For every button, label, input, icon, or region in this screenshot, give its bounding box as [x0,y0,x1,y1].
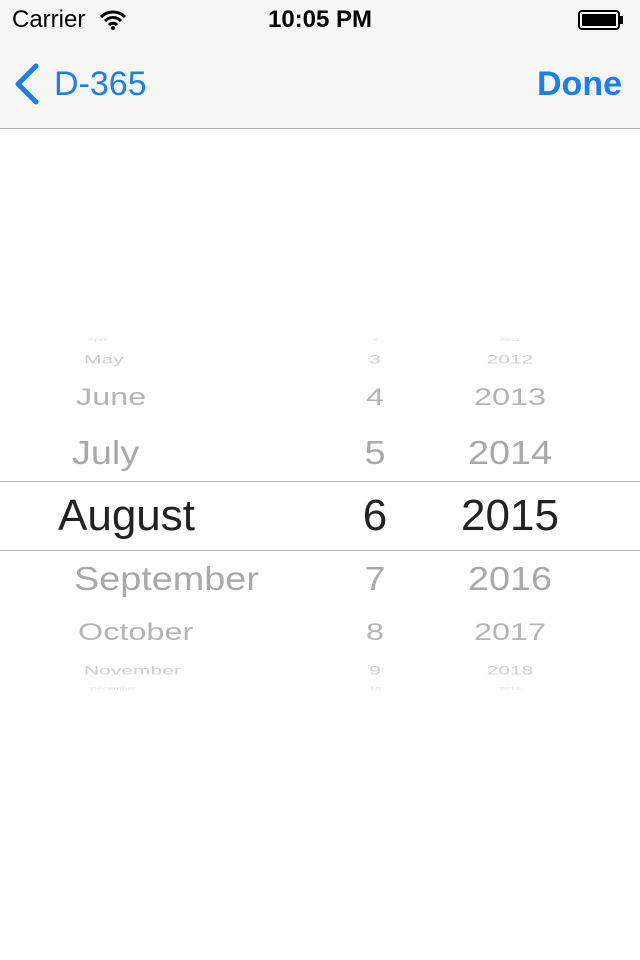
month-option[interactable]: November [84,665,181,677]
month-option[interactable]: October [78,621,193,645]
day-option[interactable]: 8 [316,621,435,645]
year-option[interactable]: 2011 [430,338,590,343]
day-option[interactable]: 2 [320,338,430,343]
month-option[interactable]: December [90,687,136,692]
year-wheel[interactable]: 2011 2012 2013 2014 2015 2016 2017 2018 … [430,336,640,694]
day-option[interactable]: 9 [317,665,433,677]
day-option[interactable]: 3 [317,354,433,366]
done-button[interactable]: Done [537,62,622,106]
month-option[interactable]: June [76,386,146,410]
year-option[interactable]: 2016 [426,562,594,595]
day-wheel[interactable]: 2 3 4 5 6 7 8 9 10 [320,336,430,694]
chevron-left-icon [15,63,39,105]
month-option[interactable]: July [72,436,139,469]
year-option[interactable]: 2018 [426,665,594,677]
month-option-selected[interactable]: August [58,494,195,538]
day-option[interactable]: 4 [316,386,435,410]
month-option[interactable]: April [88,338,108,343]
year-option[interactable]: 2017 [424,621,597,645]
date-picker[interactable]: April May June July August September Oct… [0,336,640,694]
day-option-selected[interactable]: 6 [320,494,430,538]
navigation-bar: D-365 Done [0,40,640,129]
status-bar: Carrier 10:05 PM [0,0,640,40]
year-option[interactable]: 2013 [424,386,597,410]
year-option[interactable]: 2014 [426,436,594,469]
month-option[interactable]: September [74,562,259,595]
day-option[interactable]: 5 [317,436,433,469]
year-option-selected[interactable]: 2015 [430,494,590,538]
year-option[interactable]: 2012 [426,354,594,366]
back-button-label: D-365 [54,65,147,103]
month-option[interactable]: May [84,354,124,366]
day-option[interactable]: 10 [320,687,430,692]
year-option[interactable]: 2019 [430,687,590,692]
battery-icon [578,10,623,30]
day-option[interactable]: 7 [317,562,433,595]
status-time: 10:05 PM [267,6,373,33]
month-wheel[interactable]: April May June July August September Oct… [0,336,320,694]
back-button[interactable]: D-365 [12,62,147,106]
